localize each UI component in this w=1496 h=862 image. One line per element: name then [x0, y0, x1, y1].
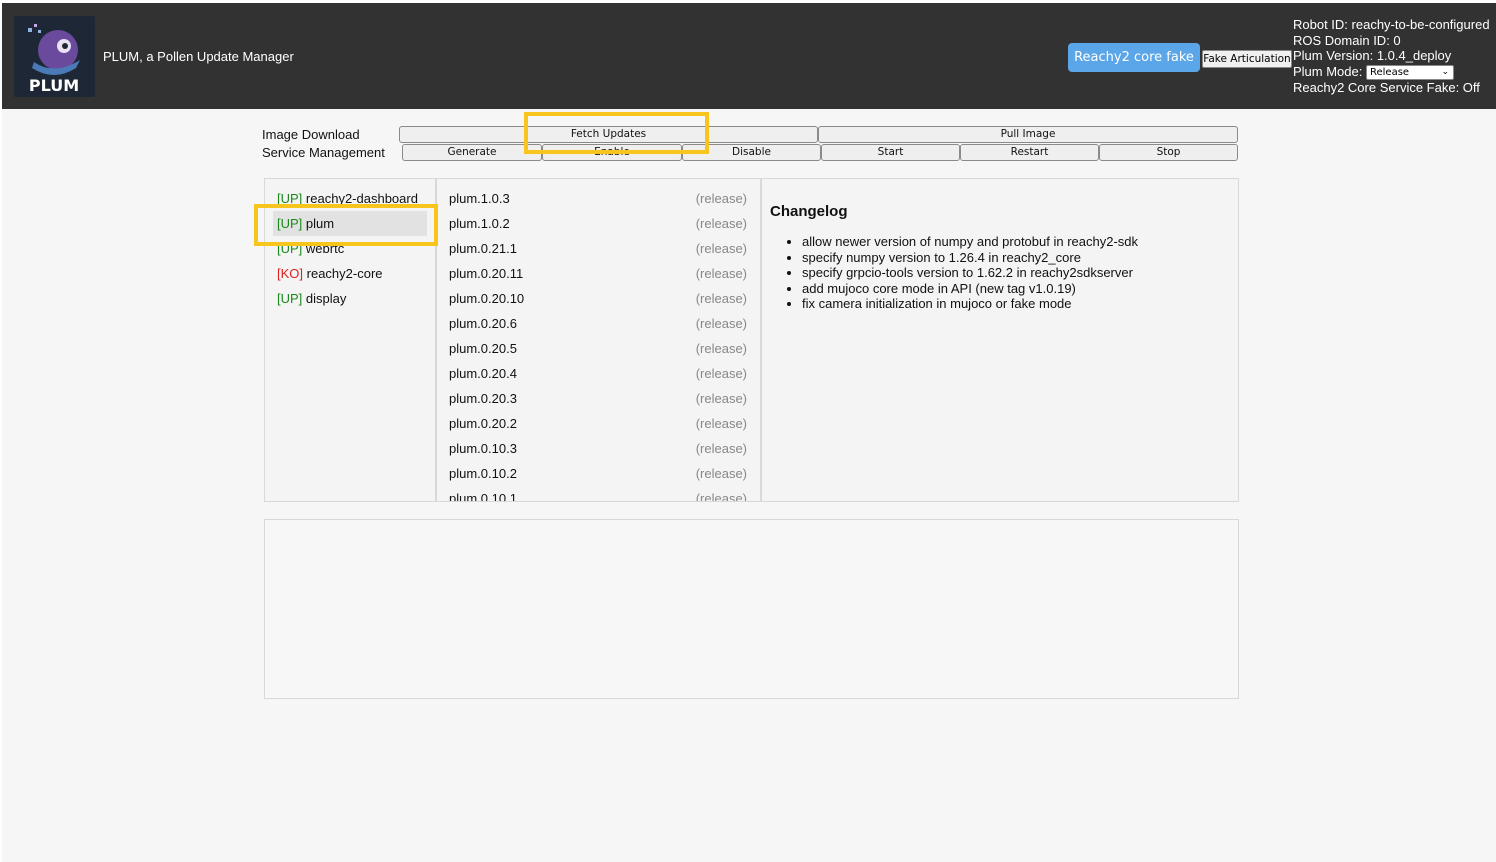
service-item-reachy2-dashboard[interactable]: [UP] reachy2-dashboard	[277, 191, 418, 206]
stop-button[interactable]: Stop	[1099, 144, 1238, 161]
changelog-list: allow newer version of numpy and protobu…	[770, 234, 1138, 312]
service-name: reachy2-core	[306, 266, 383, 281]
service-name: webrtc	[305, 241, 345, 256]
service-status: [UP]	[277, 191, 303, 206]
version-name: plum.0.10.1	[449, 491, 517, 501]
version-tag: (release)	[695, 216, 747, 231]
service-item-plum[interactable]: [UP] plum	[277, 216, 334, 231]
version-name: plum.1.0.3	[449, 191, 510, 206]
image-download-label: Image Download	[262, 127, 360, 142]
version-item[interactable]: plum.0.21.1 (release)	[449, 241, 747, 261]
plum-version: Plum Version: 1.0.4_deploy	[1293, 48, 1452, 63]
changelog-item: fix camera initialization in mujoco or f…	[802, 296, 1138, 312]
version-name: plum.1.0.2	[449, 216, 510, 231]
restart-button[interactable]: Restart	[960, 144, 1099, 161]
changelog-title: Changelog	[770, 203, 848, 220]
changelog-item: specify numpy version to 1.26.4 in reach…	[802, 250, 1138, 266]
version-tag: (release)	[695, 441, 747, 456]
changelog-item: allow newer version of numpy and protobu…	[802, 234, 1138, 250]
version-name: plum.0.20.4	[449, 366, 517, 381]
versions-panel: plum.1.0.3 (release) plum.1.0.2 (release) …	[436, 178, 761, 502]
version-item[interactable]: plum.0.20.6 (release)	[449, 316, 747, 336]
version-tag: (release)	[695, 191, 747, 206]
version-tag: (release)	[695, 491, 747, 501]
version-tag: (release)	[695, 391, 747, 406]
version-tag: (release)	[695, 341, 747, 356]
version-tag: (release)	[695, 291, 747, 306]
changelog-panel: Changelog allow newer version of numpy a…	[761, 178, 1239, 502]
robot-info: Robot ID: reachy-to-be-configured ROS Do…	[1293, 17, 1490, 95]
version-list[interactable]: plum.1.0.3 (release) plum.1.0.2 (release) …	[437, 179, 760, 501]
version-tag: (release)	[695, 366, 747, 381]
service-name: plum	[305, 216, 335, 231]
robot-id: Robot ID: reachy-to-be-configured	[1293, 17, 1490, 32]
plum-mode-value: Release	[1370, 66, 1410, 78]
version-item[interactable]: plum.0.10.2 (release)	[449, 466, 747, 486]
version-name: plum.0.21.1	[449, 241, 517, 256]
start-button[interactable]: Start	[821, 144, 960, 161]
service-item-display[interactable]: [UP] display	[277, 291, 346, 306]
version-name: plum.0.10.3	[449, 441, 517, 456]
service-management-label: Service Management	[262, 145, 385, 160]
plum-mode-row: Plum Mode: Release ⌄	[1293, 64, 1490, 80]
service-status: [UP]	[277, 216, 303, 231]
generate-button[interactable]: Generate	[402, 144, 542, 161]
service-item-webrtc[interactable]: [UP] webrtc	[277, 241, 344, 256]
plum-logo: PLUM	[14, 16, 95, 97]
service-status: [UP]	[277, 291, 303, 306]
version-item[interactable]: plum.0.20.5 (release)	[449, 341, 747, 361]
chevron-down-icon: ⌄	[1441, 66, 1449, 77]
version-name: plum.0.20.2	[449, 416, 517, 431]
pull-image-button[interactable]: Pull Image	[818, 126, 1238, 143]
version-item[interactable]: plum.0.20.10 (release)	[449, 291, 747, 311]
enable-button[interactable]: Enable	[542, 144, 682, 161]
version-name: plum.0.20.5	[449, 341, 517, 356]
fake-articulation-button[interactable]: Fake Articulation	[1202, 50, 1292, 68]
service-status: [UP]	[277, 241, 303, 256]
logo-text: PLUM	[29, 76, 79, 95]
version-tag: (release)	[695, 466, 747, 481]
services-panel: [UP] reachy2-dashboard [UP] plum [UP] we…	[264, 178, 436, 502]
fetch-updates-button[interactable]: Fetch Updates	[399, 126, 818, 143]
version-item[interactable]: plum.0.20.11 (release)	[449, 266, 747, 286]
reachy2-core-fake-button[interactable]: Reachy2 core fake	[1068, 43, 1200, 72]
core-service-fake-status: Reachy2 Core Service Fake: Off	[1293, 79, 1480, 95]
version-tag: (release)	[695, 266, 747, 281]
version-tag: (release)	[695, 241, 747, 256]
changelog-item: specify grpcio-tools version to 1.62.2 i…	[802, 265, 1138, 281]
log-output-panel	[264, 519, 1239, 699]
service-name: reachy2-dashboard	[305, 191, 418, 206]
version-name: plum.0.20.6	[449, 316, 517, 331]
version-tag: (release)	[695, 316, 747, 331]
version-item[interactable]: plum.0.10.1 (release)	[449, 491, 747, 501]
app-header: PLUM PLUM, a Pollen Update Manager Reach…	[2, 3, 1496, 109]
version-name: plum.0.20.3	[449, 391, 517, 406]
service-item-reachy2-core[interactable]: [KO] reachy2-core	[277, 266, 383, 281]
version-item[interactable]: plum.0.20.4 (release)	[449, 366, 747, 386]
version-name: plum.0.20.11	[449, 266, 524, 281]
version-name: plum.0.10.2	[449, 466, 517, 481]
service-status: [KO]	[277, 266, 304, 281]
plum-mode-select[interactable]: Release ⌄	[1366, 64, 1454, 80]
version-item[interactable]: plum.0.20.2 (release)	[449, 416, 747, 436]
app-title: PLUM, a Pollen Update Manager	[103, 49, 294, 64]
version-item[interactable]: plum.1.0.2 (release)	[449, 216, 747, 236]
changelog-item: add mujoco core mode in API (new tag v1.…	[802, 281, 1138, 297]
version-item[interactable]: plum.1.0.3 (release)	[449, 191, 747, 211]
version-item[interactable]: plum.0.10.3 (release)	[449, 441, 747, 461]
version-tag: (release)	[695, 416, 747, 431]
version-item[interactable]: plum.0.20.3 (release)	[449, 391, 747, 411]
disable-button[interactable]: Disable	[682, 144, 821, 161]
ros-domain-id: ROS Domain ID: 0	[1293, 32, 1401, 48]
plum-mode-label: Plum Mode:	[1293, 63, 1363, 79]
service-name: display	[305, 291, 347, 306]
version-name: plum.0.20.10	[449, 291, 525, 306]
